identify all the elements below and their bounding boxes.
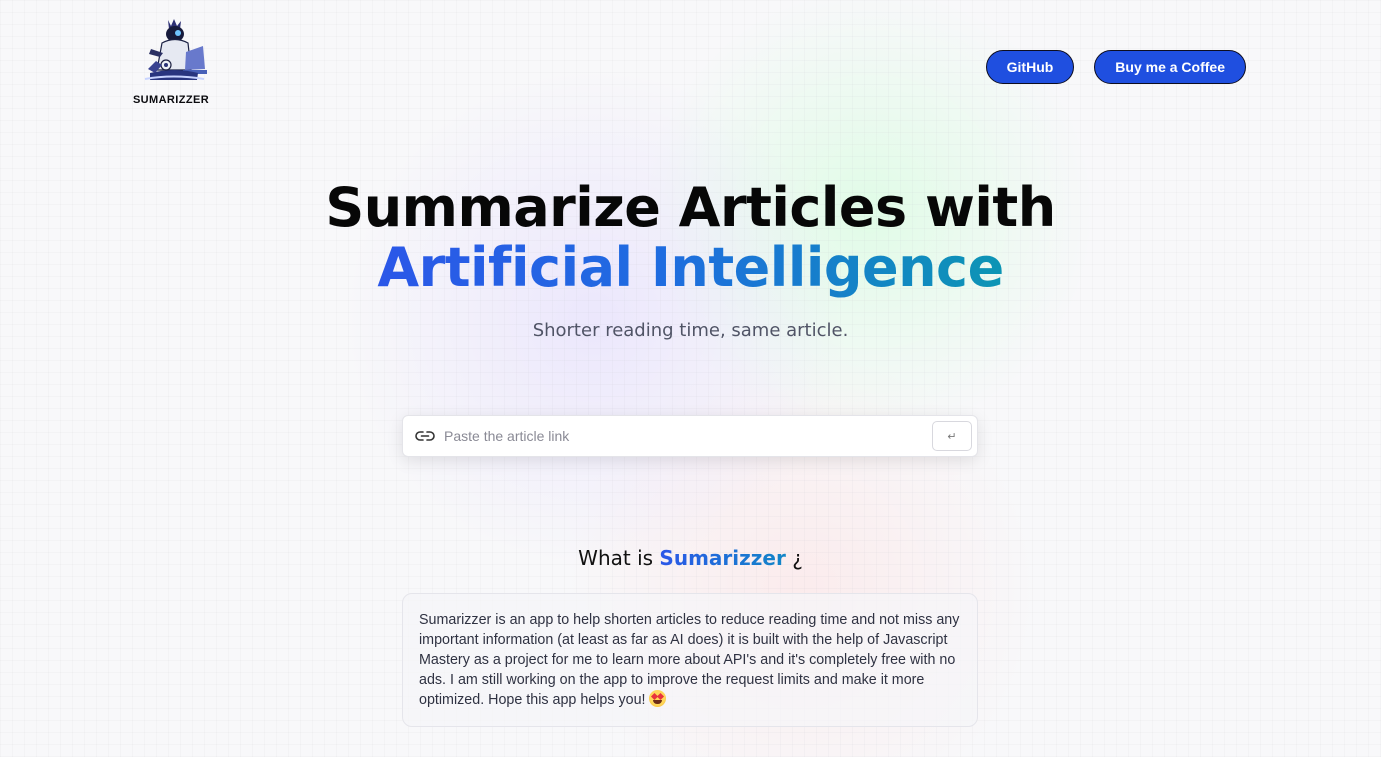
headline-line-1: Summarize Articles with [325,176,1056,239]
article-link-input[interactable] [444,416,932,456]
hero-headline: Summarize Articles with Artificial Intel… [0,178,1381,298]
link-icon [415,426,435,446]
about-heading-prefix: What is [578,546,654,570]
article-link-form: ↵ [402,415,978,457]
page: SUMARIZZER GitHub Buy me a Coffee Summar… [0,0,1381,757]
about-description-card: Sumarizzer is an app to help shorten art… [402,593,978,727]
headline-line-2: Artificial Intelligence [377,236,1004,299]
star-struck-emoji-icon [648,690,666,707]
hero-section: Summarize Articles with Artificial Intel… [0,178,1381,342]
about-description: Sumarizzer is an app to help shorten art… [419,612,960,708]
brand-name: SUMARIZZER [132,94,210,106]
github-button[interactable]: GitHub [985,50,1075,84]
hero-subtitle: Shorter reading time, same article. [532,320,849,341]
submit-enter-button[interactable]: ↵ [932,421,972,451]
brand-logo[interactable]: SUMARIZZER [128,18,214,108]
robot-reading-logo-icon [144,19,207,80]
about-heading-suffix: ¿ [792,546,803,570]
buy-me-a-coffee-button[interactable]: Buy me a Coffee [1094,50,1246,84]
header-actions: GitHub Buy me a Coffee [985,50,1246,84]
about-heading: What is Sumarizzer ¿ [0,546,1381,570]
about-heading-brand: Sumarizzer [659,546,786,570]
